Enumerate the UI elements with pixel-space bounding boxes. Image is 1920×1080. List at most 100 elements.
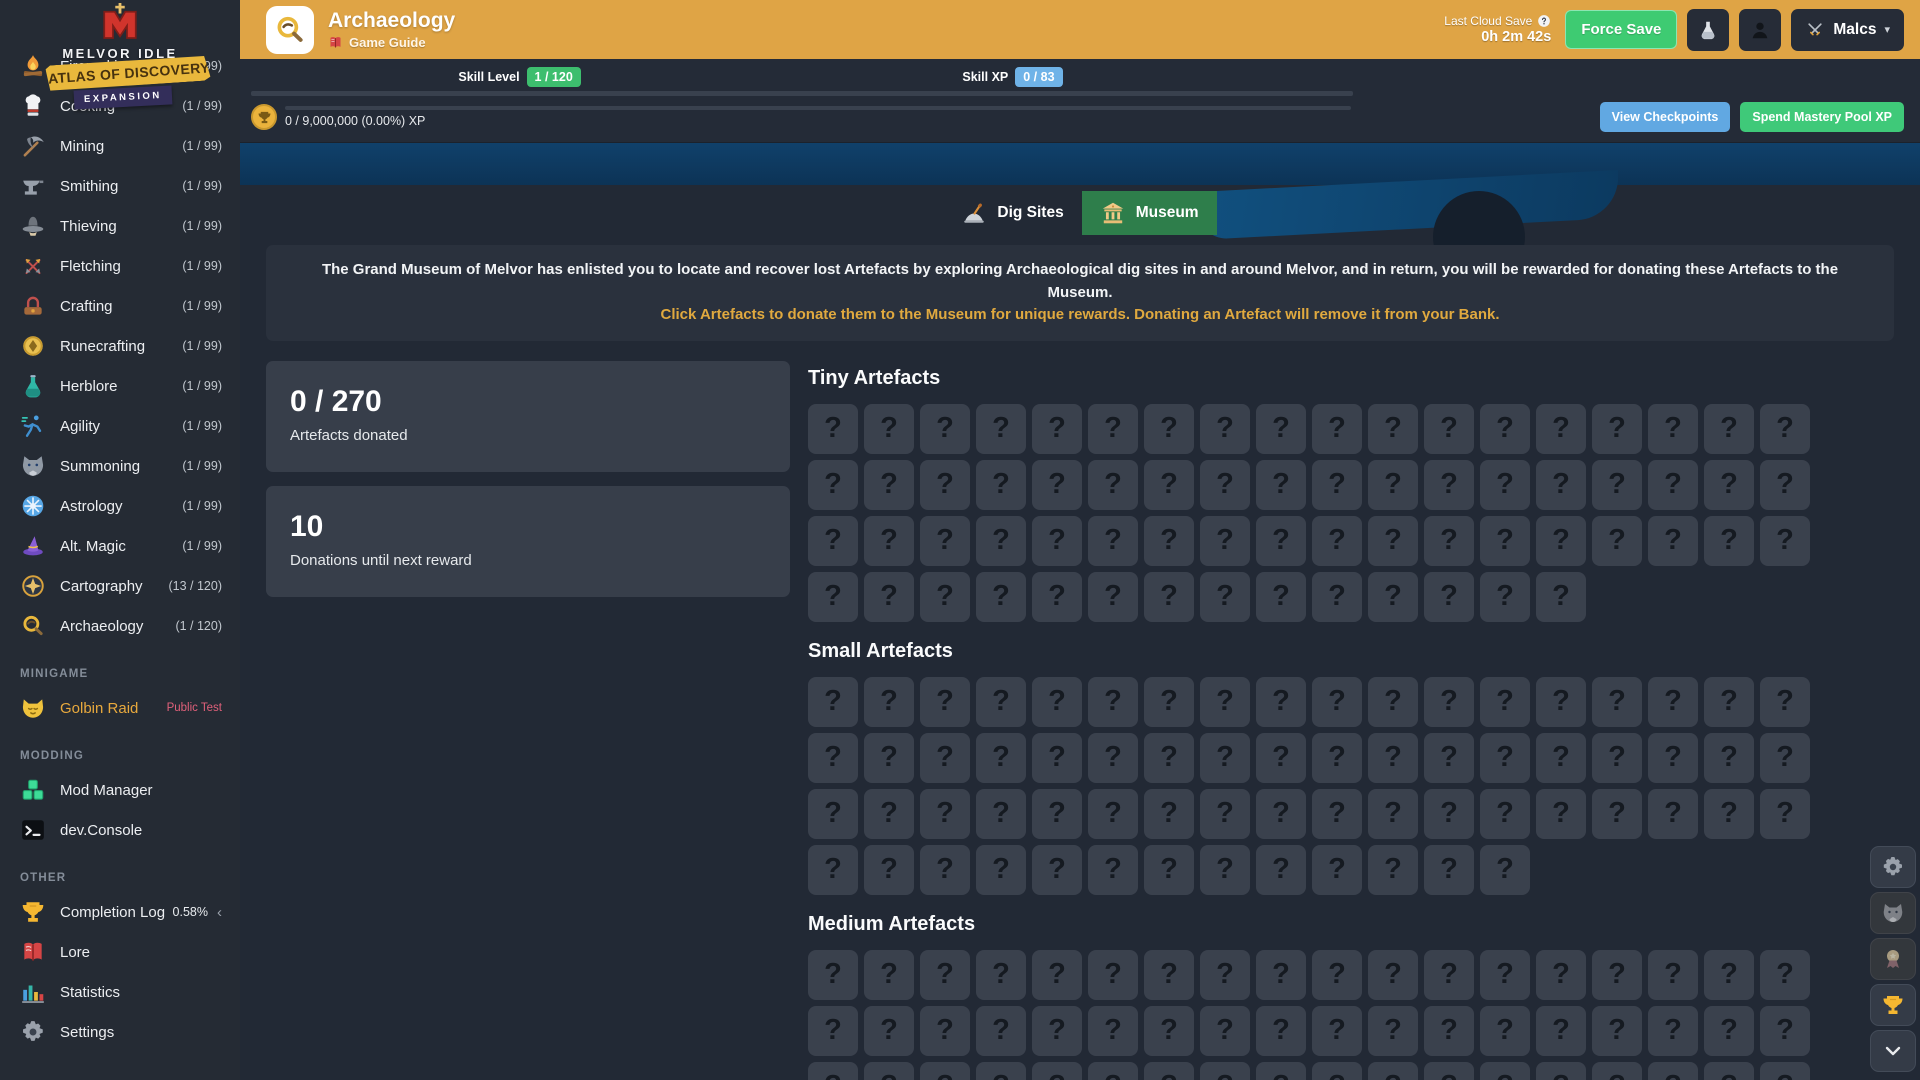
sidebar-item-crafting[interactable]: Crafting(1 / 99) bbox=[0, 286, 240, 326]
artefact-slot-unknown[interactable]: ? bbox=[976, 789, 1026, 839]
sidebar-item-mining[interactable]: Mining(1 / 99) bbox=[0, 126, 240, 166]
artefact-slot-unknown[interactable]: ? bbox=[1480, 516, 1530, 566]
artefact-slot-unknown[interactable]: ? bbox=[976, 1006, 1026, 1056]
artefact-slot-unknown[interactable]: ? bbox=[1200, 789, 1250, 839]
artefact-slot-unknown[interactable]: ? bbox=[920, 572, 970, 622]
artefact-slot-unknown[interactable]: ? bbox=[1200, 1062, 1250, 1080]
tab-museum[interactable]: Museum bbox=[1082, 191, 1217, 235]
summoning-button[interactable] bbox=[1870, 892, 1916, 934]
sidebar-item-alt-magic[interactable]: Alt. Magic(1 / 99) bbox=[0, 526, 240, 566]
artefact-slot-unknown[interactable]: ? bbox=[1088, 1006, 1138, 1056]
artefact-slot-unknown[interactable]: ? bbox=[1424, 460, 1474, 510]
artefact-slot-unknown[interactable]: ? bbox=[1480, 789, 1530, 839]
artefact-slot-unknown[interactable]: ? bbox=[1256, 404, 1306, 454]
artefact-slot-unknown[interactable]: ? bbox=[1144, 404, 1194, 454]
artefact-slot-unknown[interactable]: ? bbox=[1088, 845, 1138, 895]
artefact-slot-unknown[interactable]: ? bbox=[1760, 733, 1810, 783]
artefact-slot-unknown[interactable]: ? bbox=[976, 950, 1026, 1000]
artefact-slot-unknown[interactable]: ? bbox=[1760, 1062, 1810, 1080]
artefact-slot-unknown[interactable]: ? bbox=[1536, 950, 1586, 1000]
artefact-slot-unknown[interactable]: ? bbox=[976, 460, 1026, 510]
artefact-slot-unknown[interactable]: ? bbox=[1144, 572, 1194, 622]
artefact-slot-unknown[interactable]: ? bbox=[1312, 845, 1362, 895]
artefact-slot-unknown[interactable]: ? bbox=[1200, 516, 1250, 566]
artefact-slot-unknown[interactable]: ? bbox=[1312, 789, 1362, 839]
artefact-slot-unknown[interactable]: ? bbox=[1032, 789, 1082, 839]
sidebar-item-agility[interactable]: Agility(1 / 99) bbox=[0, 406, 240, 446]
artefact-slot-unknown[interactable]: ? bbox=[1256, 1062, 1306, 1080]
artefact-slot-unknown[interactable]: ? bbox=[1256, 950, 1306, 1000]
artefact-slot-unknown[interactable]: ? bbox=[920, 789, 970, 839]
artefact-slot-unknown[interactable]: ? bbox=[1032, 460, 1082, 510]
artefact-slot-unknown[interactable]: ? bbox=[1312, 1006, 1362, 1056]
artefact-slot-unknown[interactable]: ? bbox=[1200, 845, 1250, 895]
artefact-slot-unknown[interactable]: ? bbox=[1592, 460, 1642, 510]
artefact-slot-unknown[interactable]: ? bbox=[1088, 460, 1138, 510]
artefact-slot-unknown[interactable]: ? bbox=[1256, 677, 1306, 727]
artefact-slot-unknown[interactable]: ? bbox=[1480, 1062, 1530, 1080]
artefact-slot-unknown[interactable]: ? bbox=[976, 572, 1026, 622]
artefact-slot-unknown[interactable]: ? bbox=[1648, 677, 1698, 727]
artefact-slot-unknown[interactable]: ? bbox=[1256, 516, 1306, 566]
artefact-slot-unknown[interactable]: ? bbox=[1256, 845, 1306, 895]
artefact-slot-unknown[interactable]: ? bbox=[1368, 404, 1418, 454]
artefact-slot-unknown[interactable]: ? bbox=[1592, 789, 1642, 839]
artefact-slot-unknown[interactable]: ? bbox=[1368, 1062, 1418, 1080]
account-menu-button[interactable]: Malcs ▾ bbox=[1791, 9, 1904, 51]
artefact-slot-unknown[interactable]: ? bbox=[1368, 845, 1418, 895]
artefact-slot-unknown[interactable]: ? bbox=[1648, 1062, 1698, 1080]
artefact-slot-unknown[interactable]: ? bbox=[1424, 677, 1474, 727]
artefact-slot-unknown[interactable]: ? bbox=[1032, 1006, 1082, 1056]
artefact-slot-unknown[interactable]: ? bbox=[976, 845, 1026, 895]
artefact-slot-unknown[interactable]: ? bbox=[864, 516, 914, 566]
artefact-slot-unknown[interactable]: ? bbox=[1648, 950, 1698, 1000]
game-guide-link[interactable]: Game Guide bbox=[328, 35, 455, 50]
artefact-slot-unknown[interactable]: ? bbox=[864, 1006, 914, 1056]
artefact-slot-unknown[interactable]: ? bbox=[1480, 572, 1530, 622]
artefact-slot-unknown[interactable]: ? bbox=[1088, 733, 1138, 783]
artefact-slot-unknown[interactable]: ? bbox=[1704, 1062, 1754, 1080]
artefact-slot-unknown[interactable]: ? bbox=[1704, 1006, 1754, 1056]
artefact-slot-unknown[interactable]: ? bbox=[808, 789, 858, 839]
artefact-slot-unknown[interactable]: ? bbox=[1536, 516, 1586, 566]
artefact-slot-unknown[interactable]: ? bbox=[1032, 516, 1082, 566]
artefact-slot-unknown[interactable]: ? bbox=[1648, 1006, 1698, 1056]
sidebar-item-statistics[interactable]: Statistics bbox=[0, 972, 240, 1012]
artefact-slot-unknown[interactable]: ? bbox=[1760, 950, 1810, 1000]
artefact-slot-unknown[interactable]: ? bbox=[1088, 572, 1138, 622]
artefact-slot-unknown[interactable]: ? bbox=[1368, 1006, 1418, 1056]
artefact-slot-unknown[interactable]: ? bbox=[1704, 404, 1754, 454]
artefact-slot-unknown[interactable]: ? bbox=[1760, 516, 1810, 566]
artefact-slot-unknown[interactable]: ? bbox=[920, 677, 970, 727]
artefact-slot-unknown[interactable]: ? bbox=[1256, 789, 1306, 839]
artefact-slot-unknown[interactable]: ? bbox=[1312, 404, 1362, 454]
artefact-slot-unknown[interactable]: ? bbox=[864, 572, 914, 622]
artefact-slot-unknown[interactable]: ? bbox=[976, 404, 1026, 454]
artefact-slot-unknown[interactable]: ? bbox=[1368, 572, 1418, 622]
artefact-slot-unknown[interactable]: ? bbox=[920, 460, 970, 510]
artefact-slot-unknown[interactable]: ? bbox=[1592, 950, 1642, 1000]
artefact-slot-unknown[interactable]: ? bbox=[864, 677, 914, 727]
artefact-slot-unknown[interactable]: ? bbox=[1648, 460, 1698, 510]
artefact-slot-unknown[interactable]: ? bbox=[1144, 950, 1194, 1000]
tab-dig-sites[interactable]: Dig Sites bbox=[943, 191, 1081, 235]
artefact-slot-unknown[interactable]: ? bbox=[1592, 1062, 1642, 1080]
artefact-slot-unknown[interactable]: ? bbox=[808, 516, 858, 566]
artefact-slot-unknown[interactable]: ? bbox=[1032, 677, 1082, 727]
artefact-slot-unknown[interactable]: ? bbox=[1648, 516, 1698, 566]
artefact-slot-unknown[interactable]: ? bbox=[920, 1006, 970, 1056]
artefact-slot-unknown[interactable]: ? bbox=[920, 845, 970, 895]
artefact-slot-unknown[interactable]: ? bbox=[1088, 677, 1138, 727]
artefact-slot-unknown[interactable]: ? bbox=[1032, 950, 1082, 1000]
artefact-slot-unknown[interactable]: ? bbox=[1760, 460, 1810, 510]
sidebar-item-summoning[interactable]: Summoning(1 / 99) bbox=[0, 446, 240, 486]
artefact-slot-unknown[interactable]: ? bbox=[1144, 789, 1194, 839]
artefact-slot-unknown[interactable]: ? bbox=[864, 1062, 914, 1080]
artefact-slot-unknown[interactable]: ? bbox=[1200, 733, 1250, 783]
potions-button[interactable] bbox=[1687, 9, 1729, 51]
artefact-slot-unknown[interactable]: ? bbox=[1088, 950, 1138, 1000]
artefact-slot-unknown[interactable]: ? bbox=[1480, 950, 1530, 1000]
artefact-slot-unknown[interactable]: ? bbox=[808, 572, 858, 622]
sidebar-item-thieving[interactable]: Thieving(1 / 99) bbox=[0, 206, 240, 246]
artefact-slot-unknown[interactable]: ? bbox=[864, 789, 914, 839]
